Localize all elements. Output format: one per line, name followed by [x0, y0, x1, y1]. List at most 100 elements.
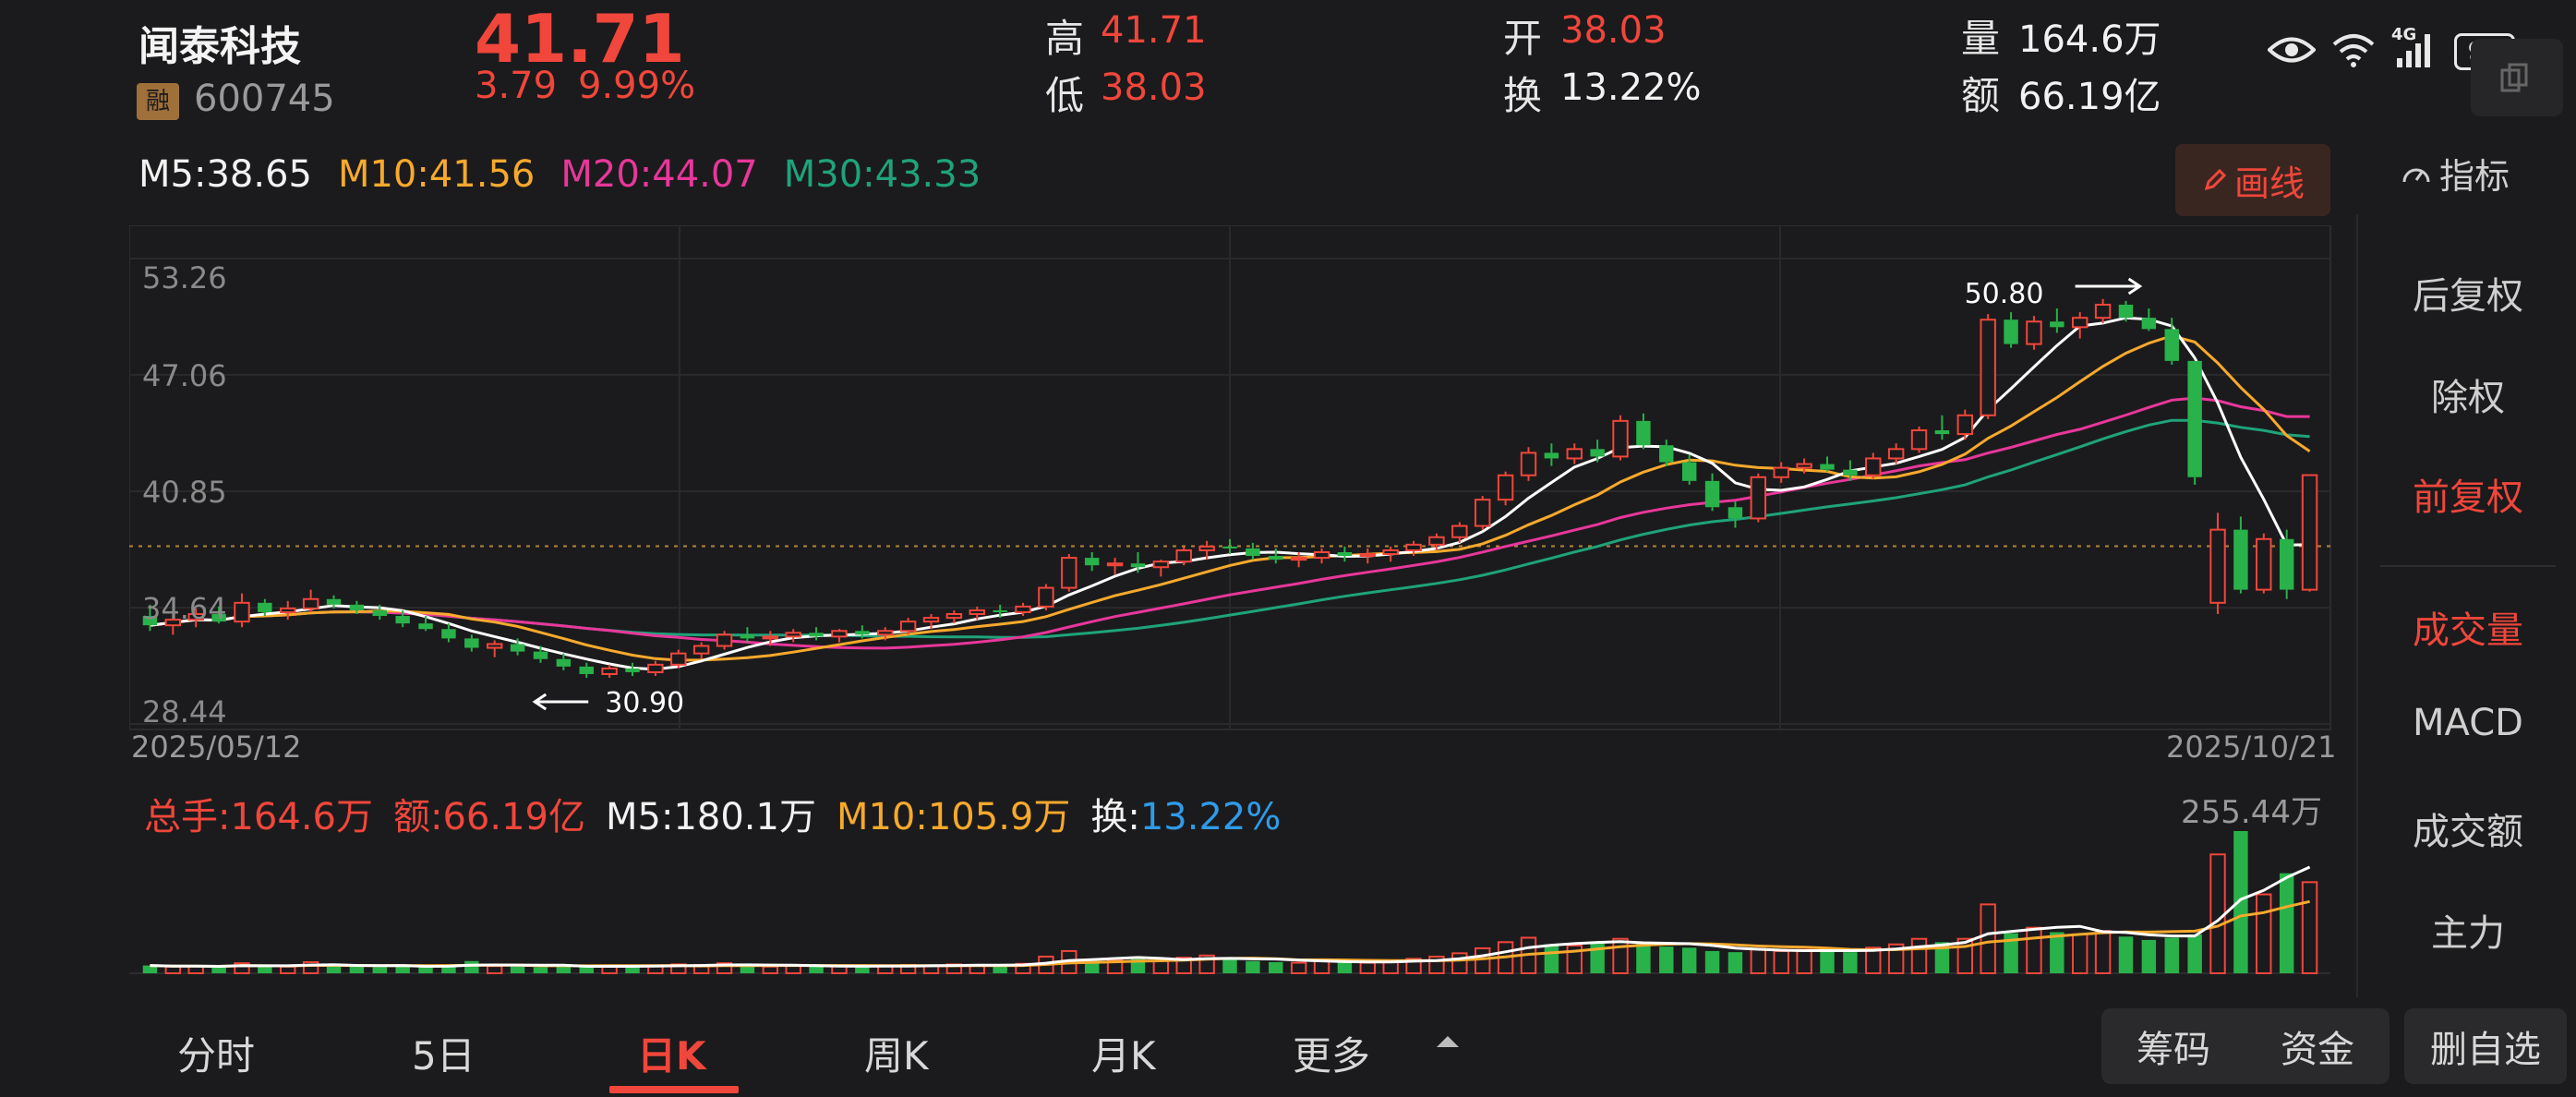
candle[interactable] — [625, 662, 640, 677]
candle[interactable] — [2050, 308, 2064, 333]
candle[interactable] — [1544, 443, 1559, 466]
candle[interactable] — [302, 589, 319, 612]
candle[interactable] — [1636, 413, 1651, 450]
volume-bar[interactable] — [1590, 942, 1605, 973]
window-button[interactable] — [2471, 39, 2563, 116]
volume-bar[interactable] — [280, 965, 296, 974]
candle[interactable] — [601, 664, 618, 679]
candle[interactable] — [2187, 360, 2202, 485]
volume-bar[interactable] — [2072, 933, 2088, 974]
volume-bar[interactable] — [2026, 926, 2042, 974]
volume-bar[interactable] — [1290, 961, 1307, 974]
volume-bar[interactable] — [2050, 932, 2064, 973]
candle[interactable] — [1910, 426, 1928, 453]
volume-bar[interactable] — [2141, 939, 2157, 973]
volume-bar[interactable] — [2187, 934, 2202, 973]
volume-bar[interactable] — [1773, 949, 1789, 974]
candle[interactable] — [647, 660, 664, 677]
volume-bar[interactable] — [372, 967, 387, 973]
candle[interactable] — [1359, 548, 1377, 564]
candle[interactable] — [1704, 473, 1720, 512]
volume-bar[interactable] — [1980, 903, 1996, 974]
volume-bar[interactable] — [1704, 950, 1720, 973]
volume-bar[interactable] — [1659, 946, 1674, 973]
candle[interactable] — [1313, 548, 1330, 564]
candle[interactable] — [831, 629, 848, 643]
candle[interactable] — [1382, 546, 1399, 562]
tab-1[interactable]: 5日 — [412, 1025, 475, 1081]
tab-4[interactable]: 月K — [1091, 1025, 1156, 1081]
volume-chart[interactable] — [129, 776, 2338, 979]
volume-bar[interactable] — [2256, 893, 2272, 974]
volume-bar[interactable] — [1910, 937, 1928, 974]
volume-bar[interactable] — [164, 965, 182, 974]
volume-bar[interactable] — [1544, 944, 1559, 973]
candle[interactable] — [1590, 440, 1605, 463]
volume-bar[interactable] — [1152, 959, 1170, 974]
volume-bar[interactable] — [464, 960, 479, 973]
candle[interactable] — [809, 627, 824, 641]
volume-bar[interactable] — [349, 966, 365, 973]
volume-bar[interactable] — [1636, 943, 1651, 973]
tab-0[interactable]: 分时 — [177, 1025, 255, 1081]
right-panel-item[interactable]: 成交量 — [2358, 600, 2576, 654]
candle[interactable] — [464, 634, 479, 652]
candle[interactable] — [1980, 314, 1996, 419]
candle[interactable] — [2256, 533, 2272, 594]
candle[interactable] — [1934, 415, 1950, 440]
candle[interactable] — [2004, 312, 2018, 348]
volume-bar[interactable] — [809, 966, 824, 973]
indicator-button[interactable]: 指标 — [2401, 148, 2510, 199]
right-panel-item[interactable]: 后复权 — [2358, 266, 2576, 319]
right-panel-item[interactable]: 除权 — [2358, 368, 2576, 421]
funds-button[interactable]: 资金 — [2245, 1019, 2389, 1073]
candle[interactable] — [2141, 308, 2157, 332]
candle[interactable] — [1566, 443, 1583, 464]
candle[interactable] — [740, 627, 755, 643]
volume-bar[interactable] — [1222, 958, 1237, 973]
candle[interactable] — [1222, 538, 1237, 555]
volume-bar[interactable] — [1681, 947, 1697, 973]
candle[interactable] — [280, 600, 296, 621]
volume-bar[interactable] — [395, 966, 410, 973]
candle[interactable] — [1773, 462, 1789, 483]
right-panel-item[interactable]: 主力 — [2358, 903, 2576, 957]
volume-bar[interactable] — [1727, 952, 1743, 973]
volume-bar[interactable] — [533, 967, 548, 973]
chips-button[interactable]: 筹码 — [2101, 1019, 2245, 1073]
volume-bar[interactable] — [1475, 946, 1491, 974]
draw-line-button[interactable]: 画线 — [2175, 144, 2330, 216]
candle[interactable] — [1659, 440, 1674, 466]
volume-bar[interactable] — [2164, 937, 2179, 974]
volume-bar[interactable] — [2209, 853, 2226, 974]
candle[interactable] — [486, 640, 503, 657]
candle[interactable] — [2233, 516, 2248, 594]
volume-bar[interactable] — [1843, 952, 1858, 973]
candle[interactable] — [1038, 584, 1054, 610]
candle[interactable] — [1269, 548, 1283, 564]
volume-bar[interactable] — [1359, 961, 1377, 974]
candle[interactable] — [1475, 496, 1491, 530]
volume-bar[interactable] — [740, 966, 755, 973]
volume-bar[interactable] — [1269, 961, 1283, 973]
volume-bar[interactable] — [993, 966, 1007, 973]
tab-3[interactable]: 周K — [864, 1025, 929, 1081]
candle[interactable] — [785, 629, 801, 643]
candle[interactable] — [2094, 298, 2112, 324]
volume-bar[interactable] — [762, 965, 779, 974]
volume-bar[interactable] — [486, 965, 503, 974]
candle[interactable] — [1612, 415, 1629, 461]
candle[interactable] — [1084, 551, 1100, 572]
candle[interactable] — [2026, 316, 2042, 350]
candle[interactable] — [692, 642, 710, 659]
candle[interactable] — [579, 662, 594, 679]
volume-bar[interactable] — [1612, 937, 1629, 974]
right-panel-item[interactable]: 前复权 — [2358, 467, 2576, 521]
candle[interactable] — [1750, 473, 1767, 523]
volume-bar[interactable] — [1337, 961, 1353, 973]
candle[interactable] — [1727, 501, 1743, 528]
right-panel-item[interactable]: MACD — [2358, 702, 2576, 744]
volume-bar[interactable] — [1246, 960, 1260, 973]
candle[interactable] — [1820, 456, 1835, 472]
volume-bar[interactable] — [1451, 952, 1468, 974]
